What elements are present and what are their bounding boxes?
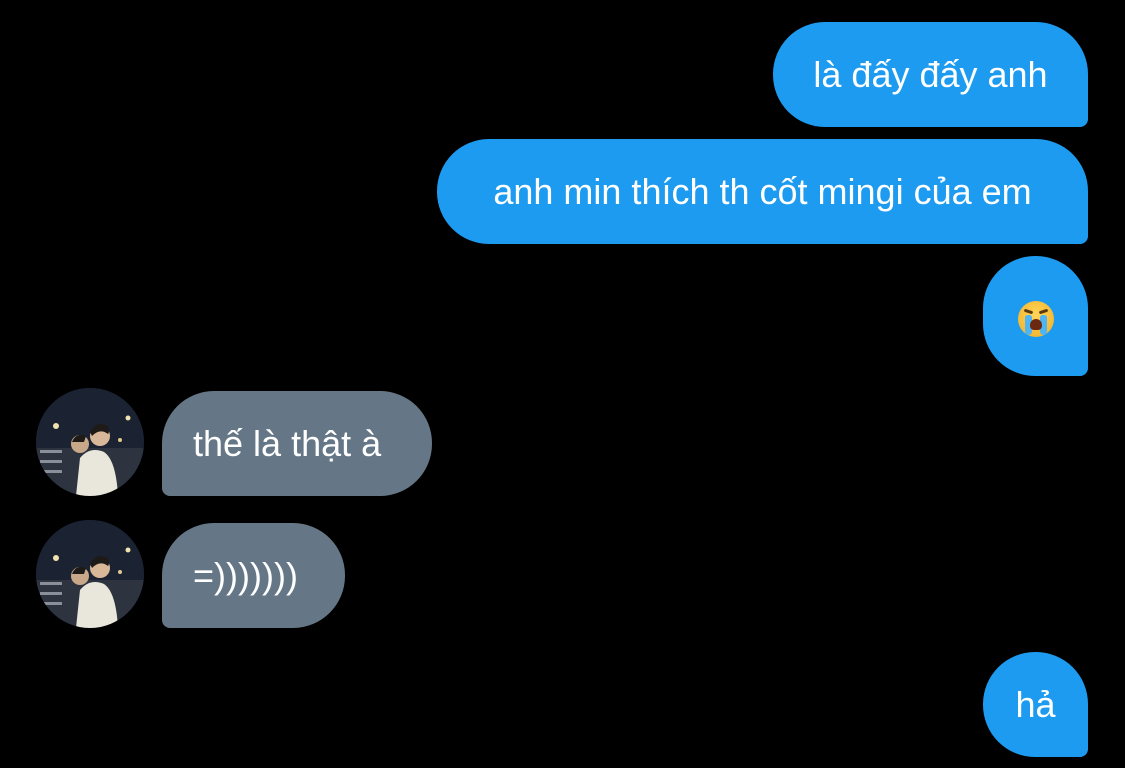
loudly-crying-face-icon xyxy=(1017,301,1054,337)
received-message-bubble[interactable]: thế là thật à xyxy=(162,391,432,496)
sent-message-bubble[interactable]: hả xyxy=(983,652,1088,757)
sent-message-bubble[interactable] xyxy=(983,256,1088,376)
message-text: anh min thích th cốt mingi của em xyxy=(493,170,1032,212)
sent-message-bubble[interactable]: là đấy đấy anh xyxy=(773,22,1088,127)
received-message-bubble[interactable]: =))))))) xyxy=(162,523,345,628)
chat-thread: là đấy đấy anh anh min thích th cốt ming… xyxy=(0,0,1125,768)
sent-message-bubble[interactable]: anh min thích th cốt mingi của em xyxy=(437,139,1088,244)
message-text: là đấy đấy anh xyxy=(813,53,1048,95)
avatar[interactable] xyxy=(36,520,144,628)
avatar[interactable] xyxy=(36,388,144,496)
message-text: thế là thật à xyxy=(193,422,382,464)
message-text: =))))))) xyxy=(193,554,298,596)
message-text: hả xyxy=(1015,683,1056,725)
